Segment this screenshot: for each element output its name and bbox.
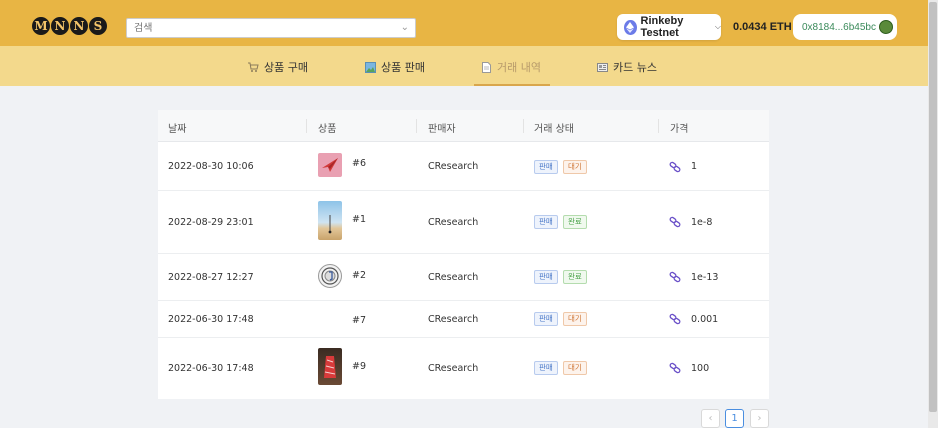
main-nav: 상품 구매 상품 판매 거래 내역 카드 뉴스	[0, 46, 928, 86]
column-divider	[416, 119, 417, 133]
type-badge: 판매	[534, 160, 558, 174]
row-date: 2022-06-30 17:48	[168, 363, 254, 374]
row-date: 2022-08-30 10:06	[168, 161, 254, 172]
logo-letter: S	[89, 17, 107, 35]
type-badge: 판매	[534, 312, 558, 326]
column-header-price: 가격	[670, 124, 689, 135]
link-icon[interactable]	[669, 362, 681, 374]
type-badge: 판매	[534, 215, 558, 229]
row-seller: CResearch	[428, 161, 479, 172]
newspaper-icon	[597, 62, 608, 72]
row-date: 2022-08-29 23:01	[168, 217, 254, 228]
pagination-next-button[interactable]: ›	[750, 409, 769, 428]
status-badge: 대기	[563, 312, 587, 326]
chevron-down-icon: ⌵	[714, 22, 721, 31]
link-icon[interactable]	[669, 161, 681, 173]
search-input[interactable]	[127, 19, 387, 37]
table-row[interactable]: 2022-06-30 17:48 #7 CResearch 판매 대기 0.00…	[158, 301, 769, 338]
column-header-date: 날짜	[168, 124, 187, 135]
row-seller: CResearch	[428, 217, 479, 228]
table-row[interactable]: 2022-08-30 10:06 #6 CResearch 판매 대기 1	[158, 142, 769, 191]
vertical-scrollbar[interactable]	[928, 0, 938, 428]
table-header: 날짜 상품 판매자 거래 상태 가격	[158, 110, 769, 142]
row-seller: CResearch	[428, 363, 479, 374]
status-badge: 대기	[563, 160, 587, 174]
item-thumbnail[interactable]	[318, 153, 342, 177]
logo-letter: M	[32, 17, 50, 35]
tab-buy[interactable]: 상품 구매	[248, 59, 308, 75]
pagination-prev-button[interactable]: ‹	[701, 409, 720, 428]
row-item-id: #2	[352, 270, 367, 281]
item-thumbnail[interactable]	[318, 348, 342, 385]
column-divider	[658, 119, 659, 133]
app-logo[interactable]: M N N S	[32, 17, 107, 35]
network-selector[interactable]: Rinkeby Testnet ⌵	[617, 14, 721, 40]
item-thumbnail[interactable]	[318, 201, 342, 240]
link-icon[interactable]	[669, 271, 681, 283]
table-row[interactable]: 2022-08-27 12:27 #2 CResearch 판매 완료 1e-1…	[158, 254, 769, 301]
tab-label: 거래 내역	[497, 61, 541, 74]
row-date: 2022-06-30 17:48	[168, 314, 254, 325]
row-item-id: #7	[352, 315, 367, 326]
logo-letter: N	[51, 17, 69, 35]
tab-label: 상품 구매	[264, 61, 308, 74]
column-divider	[306, 119, 307, 133]
link-icon[interactable]	[669, 216, 681, 228]
status-badge: 완료	[563, 215, 587, 229]
tab-label: 카드 뉴스	[613, 61, 657, 74]
column-divider	[523, 119, 524, 133]
chevron-down-icon[interactable]: ⌄	[401, 22, 409, 33]
type-badge: 판매	[534, 361, 558, 375]
row-item-id: #9	[352, 361, 367, 372]
tab-history[interactable]: 거래 내역	[474, 59, 550, 86]
row-price: 1	[691, 161, 698, 172]
row-date: 2022-08-27 12:27	[168, 272, 254, 283]
logo-letter: N	[70, 17, 88, 35]
row-price: 1e-13	[691, 272, 719, 283]
ethereum-icon	[624, 19, 637, 35]
cart-icon	[248, 62, 259, 72]
link-icon[interactable]	[669, 313, 681, 325]
document-icon	[482, 61, 491, 73]
column-header-status: 거래 상태	[534, 124, 574, 135]
eth-balance: 0.0434 ETH	[733, 21, 792, 33]
pagination-page-button[interactable]: 1	[725, 409, 744, 428]
status-badge: 대기	[563, 361, 587, 375]
tab-card-news[interactable]: 카드 뉴스	[597, 59, 657, 75]
table-row[interactable]: 2022-08-29 23:01 #1 CResearch 판매 완료 1e-8	[158, 191, 769, 254]
tab-sell[interactable]: 상품 판매	[365, 59, 425, 75]
item-thumbnail[interactable]	[318, 264, 342, 288]
row-price: 0.001	[691, 314, 719, 325]
row-item-id: #6	[352, 158, 367, 169]
scrollbar-thumb[interactable]	[929, 2, 937, 412]
wallet-address-button[interactable]: 0x8184...6b45bc	[793, 14, 897, 40]
column-header-seller: 판매자	[428, 124, 456, 135]
row-seller: CResearch	[428, 272, 479, 283]
avatar	[878, 20, 893, 34]
top-header: M N N S ⌄ Rinkeby Testnet ⌵ 0.0434 ETH 0…	[0, 0, 928, 46]
transaction-table: 날짜 상품 판매자 거래 상태 가격 2022-08-30 10:06 #6 C…	[158, 110, 769, 399]
row-price: 100	[691, 363, 710, 374]
row-item-id: #1	[352, 214, 367, 225]
tab-label: 상품 판매	[381, 61, 425, 74]
table-row[interactable]: 2022-06-30 17:48 #9 CResearch 판매 대기 100	[158, 338, 769, 399]
network-label: Rinkeby Testnet	[640, 15, 684, 39]
type-badge: 판매	[534, 270, 558, 284]
row-seller: CResearch	[428, 314, 479, 325]
status-badge: 완료	[563, 270, 587, 284]
picture-icon	[365, 61, 376, 73]
column-header-item: 상품	[318, 124, 337, 135]
wallet-address: 0x8184...6b45bc	[802, 21, 876, 33]
search-box[interactable]: ⌄	[126, 18, 416, 38]
row-price: 1e-8	[691, 217, 713, 228]
